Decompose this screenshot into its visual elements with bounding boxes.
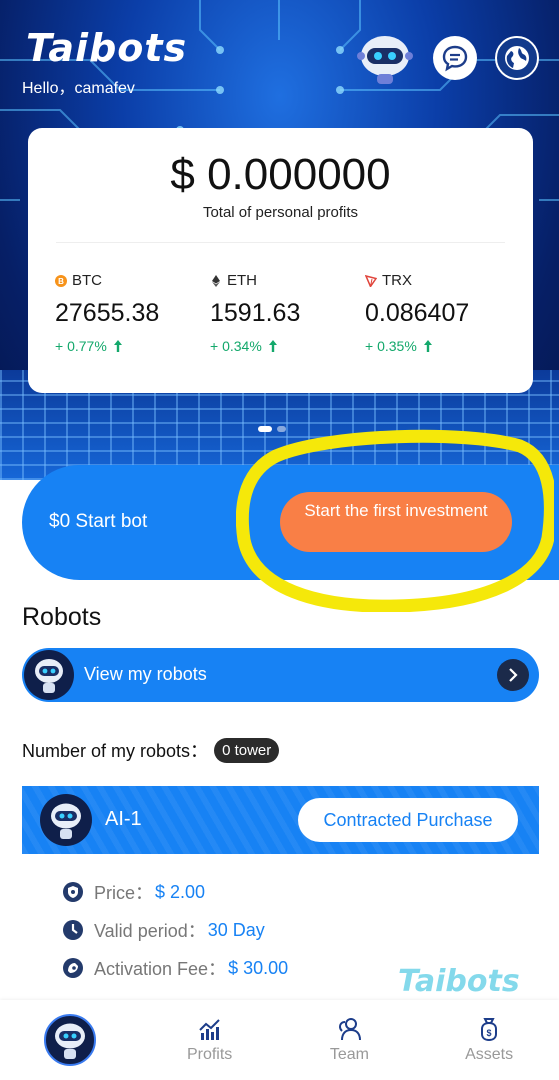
greeting-text: Hello，camafev (22, 80, 135, 97)
nav-home[interactable] (0, 1000, 140, 1080)
start-bot-label: $0 Start bot (49, 511, 148, 532)
robot-card-header: AI-1 Contracted Purchase (22, 786, 539, 854)
bottom-navigation: Profits Team $ Assets (0, 1000, 559, 1080)
shield-icon (63, 882, 83, 902)
profit-amount: $ 0.000000 (170, 150, 391, 199)
tron-icon (365, 274, 377, 287)
fee-label: Activation Fee： (94, 959, 227, 979)
activation-icon (63, 958, 83, 978)
team-icon (339, 1018, 362, 1041)
contracted-purchase-button[interactable]: Contracted Purchase (298, 798, 518, 842)
nav-assets[interactable]: $ Assets (419, 1000, 559, 1080)
chevron-right-icon[interactable] (497, 659, 529, 691)
robot-count-badge: 0 tower (214, 737, 280, 763)
profit-label: Total of personal profits (202, 204, 359, 221)
detail-fee: Activation Fee： $ 30.00 (62, 955, 288, 981)
coin-name: TRX (382, 272, 412, 289)
robots-title: Robots (22, 603, 102, 631)
clock-icon (63, 920, 83, 940)
arrow-up-icon (268, 340, 277, 352)
brand-logo: Taibots (26, 26, 188, 70)
period-value: 30 Day (207, 919, 265, 940)
coin-eth[interactable]: ETH 1591.63 + 0.34% (210, 272, 360, 354)
ethereum-icon (212, 274, 220, 287)
price-label: Price： (94, 883, 154, 903)
coin-price: 1591.63 (210, 299, 301, 327)
coin-name: ETH (227, 272, 257, 289)
coin-price: 0.086407 (365, 299, 470, 327)
chat-button[interactable] (433, 36, 477, 80)
detail-price: Price： $ 2.00 (62, 879, 205, 905)
robot-avatar-icon (40, 794, 92, 846)
robot-count-label: Number of my robots： (22, 741, 209, 761)
arrow-up-icon (113, 340, 122, 352)
coin-change: + 0.34% (210, 338, 262, 354)
nav-team[interactable]: Team (280, 1000, 420, 1080)
assets-bag-icon: $ (481, 1018, 498, 1042)
nav-profits-label: Profits (186, 1046, 233, 1063)
robot-count-row: Number of my robots： 0 tower (22, 737, 280, 763)
robot-avatar-icon (24, 650, 74, 700)
header-actions (355, 30, 539, 86)
price-value: $ 2.00 (155, 881, 206, 902)
svg-text:$: $ (487, 1028, 492, 1038)
profits-chart-icon (198, 1019, 220, 1040)
view-robots-label: View my robots (84, 664, 207, 684)
profit-card: $ 0.000000 Total of personal profits B B… (28, 128, 533, 393)
robot-home-icon (43, 1014, 96, 1066)
arrow-up-icon (423, 340, 432, 352)
coin-change: + 0.35% (365, 338, 417, 354)
chat-icon (442, 45, 468, 72)
svg-text:B: B (58, 277, 64, 286)
detail-period: Valid period： 30 Day (62, 917, 265, 943)
view-my-robots-button[interactable]: View my robots (22, 648, 539, 702)
robot-name: AI-1 (105, 808, 142, 830)
divider (56, 242, 505, 243)
coin-change: + 0.77% (55, 338, 107, 354)
fee-value: $ 30.00 (228, 957, 289, 978)
nav-team-label: Team (329, 1046, 369, 1063)
robot-mascot-icon[interactable] (355, 30, 415, 86)
bitcoin-icon: B (55, 274, 67, 287)
highlight-annotation (236, 429, 554, 612)
coin-trx[interactable]: TRX 0.086407 + 0.35% (365, 272, 515, 354)
nav-profits[interactable]: Profits (140, 1000, 280, 1080)
nav-assets-label: Assets (465, 1046, 514, 1063)
language-button[interactable] (495, 36, 539, 80)
coin-name: BTC (72, 272, 102, 289)
watermark-logo: Taibots (398, 964, 520, 999)
globe-icon (505, 46, 529, 70)
coin-price: 27655.38 (55, 299, 160, 327)
coin-btc[interactable]: B BTC 27655.38 + 0.77% (55, 272, 205, 354)
period-label: Valid period： (94, 921, 206, 941)
